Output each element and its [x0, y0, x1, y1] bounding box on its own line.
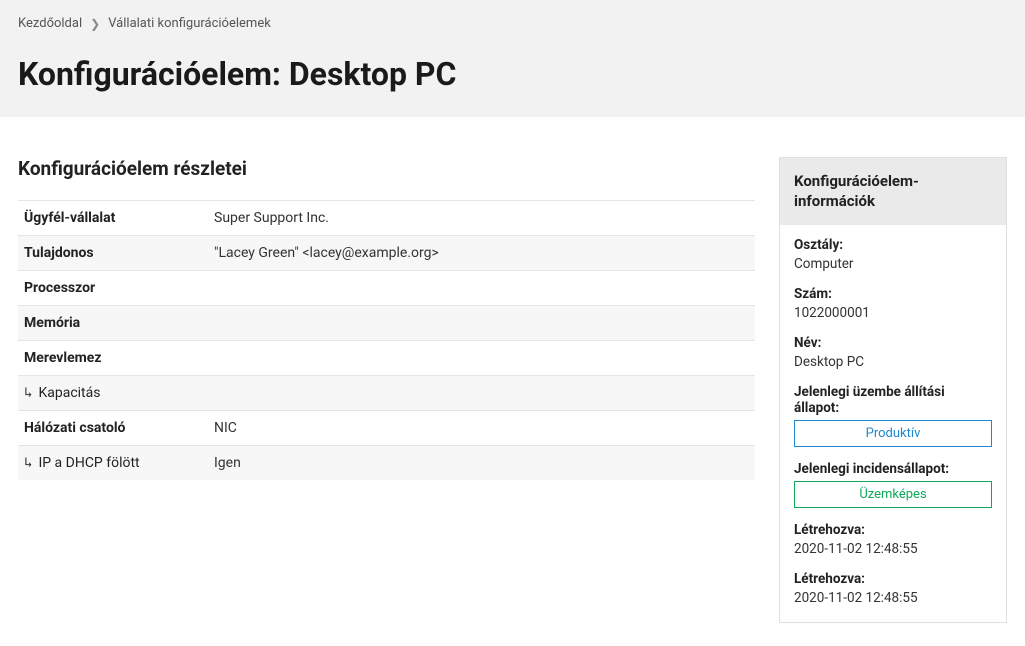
details-row: ↳ Kapacitás [18, 376, 755, 411]
details-label-text: Kapacitás [38, 385, 100, 401]
details-label-text: Memória [24, 315, 80, 331]
info-item: Szám: 1022000001 [794, 286, 992, 321]
status-badge: Üzemképes [794, 481, 992, 508]
info-sidebar: Konfigurációelem-információk Osztály: Com… [779, 157, 1007, 623]
info-item: Osztály: Computer [794, 237, 992, 272]
details-label-text: Merevlemez [24, 350, 101, 366]
chevron-right-icon: ❯ [90, 17, 100, 31]
info-box-header: Konfigurációelem-információk [780, 158, 1006, 225]
info-item-label: Jelenlegi üzembe állítási állapot: [794, 384, 992, 416]
details-row: Processzor [18, 271, 755, 306]
details-section-title: Konfigurációelem részletei [18, 157, 755, 180]
indent-arrow-icon: ↳ [24, 455, 32, 471]
breadcrumb-home-link[interactable]: Kezdőoldal [18, 16, 82, 31]
details-label: Merevlemez [18, 341, 208, 376]
details-label: Processzor [18, 271, 208, 306]
details-value [208, 306, 755, 341]
details-label: Tulajdonos [18, 236, 208, 271]
details-label: Ügyfél-vállalat [18, 201, 208, 236]
details-label: Memória [18, 306, 208, 341]
details-row: ↳ IP a DHCP fölött Igen [18, 446, 755, 481]
info-item-label: Osztály: [794, 237, 992, 253]
info-item-label: Létrehozva: [794, 522, 992, 538]
info-item-label: Jelenlegi incidensállapot: [794, 461, 992, 477]
details-label-text: IP a DHCP fölött [38, 455, 139, 471]
details-value: NIC [208, 411, 755, 446]
info-item: Jelenlegi incidensállapot: Üzemképes [794, 461, 992, 508]
breadcrumb: Kezdőoldal ❯ Vállalati konfigurációeleme… [18, 16, 1007, 31]
details-label-text: Processzor [24, 280, 95, 296]
indent-arrow-icon: ↳ [24, 385, 32, 401]
details-value [208, 341, 755, 376]
info-box-body: Osztály: Computer Szám: 1022000001 Név: Deskt… [780, 225, 1006, 622]
info-item: Létrehozva: 2020-11-02 12:48:55 [794, 571, 992, 606]
status-badge: Produktív [794, 420, 992, 447]
details-row: Merevlemez [18, 341, 755, 376]
info-item: Név: Desktop PC [794, 335, 992, 370]
details-row: Hálózati csatoló NIC [18, 411, 755, 446]
info-item-label: Létrehozva: [794, 571, 992, 587]
info-item-value: Computer [794, 256, 992, 272]
info-item-label: Név: [794, 335, 992, 351]
details-label: ↳ IP a DHCP fölött [18, 446, 208, 481]
details-label-text: Hálózati csatoló [24, 420, 125, 436]
details-label-text: Ügyfél-vállalat [24, 210, 115, 226]
page-title: Konfigurációelem: Desktop PC [18, 55, 1007, 93]
page-header: Kezdőoldal ❯ Vállalati konfigurációeleme… [0, 0, 1025, 117]
details-value [208, 376, 755, 411]
details-value: Super Support Inc. [208, 201, 755, 236]
breadcrumb-current: Vállalati konfigurációelemek [108, 16, 271, 31]
details-value [208, 271, 755, 306]
details-value: "Lacey Green" <lacey@example.org> [208, 236, 755, 271]
details-label: ↳ Kapacitás [18, 376, 208, 411]
info-item: Jelenlegi üzembe állítási állapot: Produk… [794, 384, 992, 447]
info-item: Létrehozva: 2020-11-02 12:48:55 [794, 522, 992, 557]
details-label-text: Tulajdonos [24, 245, 94, 261]
details-label: Hálózati csatoló [18, 411, 208, 446]
info-item-value: Desktop PC [794, 354, 992, 370]
details-value: Igen [208, 446, 755, 481]
details-row: Tulajdonos "Lacey Green" <lacey@example.o… [18, 236, 755, 271]
info-item-value: 2020-11-02 12:48:55 [794, 541, 992, 557]
details-table: Ügyfél-vállalatSuper Support Inc.Tulajdo… [18, 200, 755, 480]
details-section: Konfigurációelem részletei Ügyfél-vállal… [18, 157, 755, 623]
info-item-value: 1022000001 [794, 305, 992, 321]
content-area: Konfigurációelem részletei Ügyfél-vállal… [0, 117, 1025, 643]
info-item-value: 2020-11-02 12:48:55 [794, 590, 992, 606]
details-row: Memória [18, 306, 755, 341]
info-box: Konfigurációelem-információk Osztály: Com… [779, 157, 1007, 623]
info-item-label: Szám: [794, 286, 992, 302]
details-row: Ügyfél-vállalat Super Support Inc. [18, 201, 755, 236]
